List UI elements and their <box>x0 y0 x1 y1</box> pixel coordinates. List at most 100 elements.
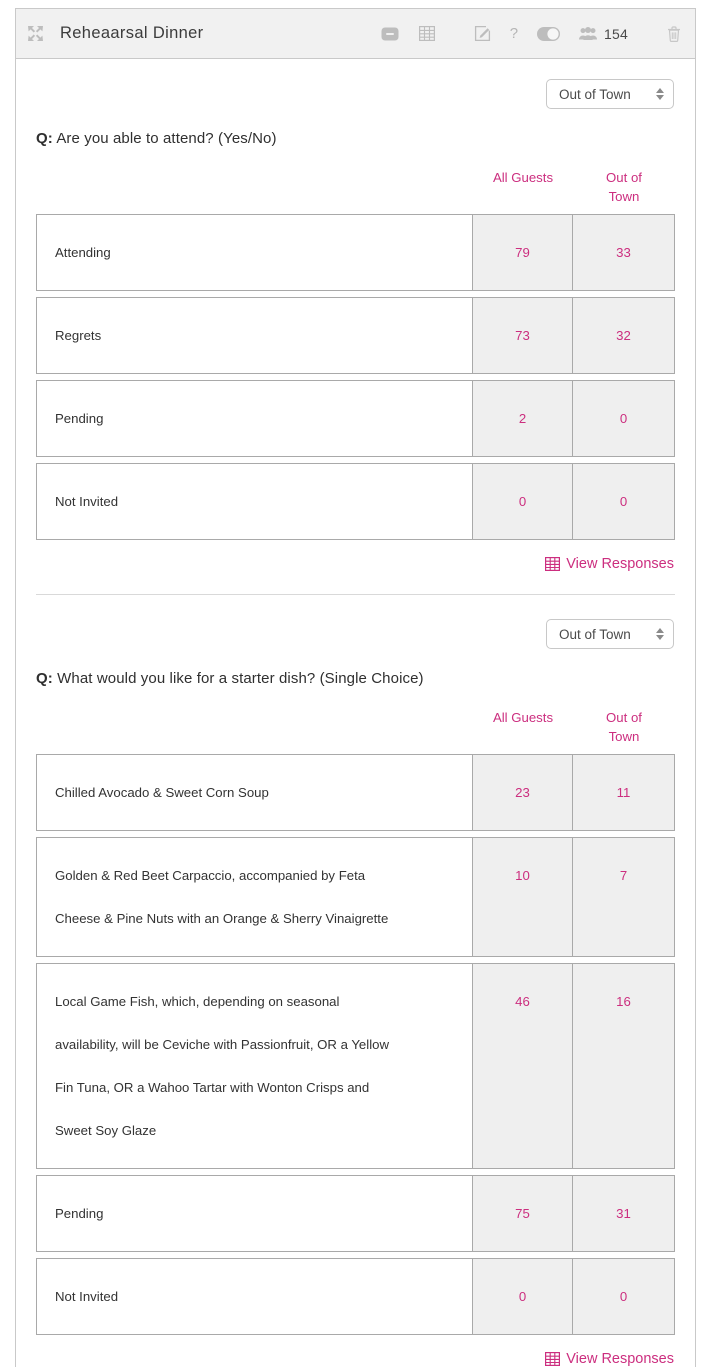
view-responses-label: View Responses <box>566 1351 674 1367</box>
row-label-line: Cheese & Pine Nuts with an Orange & Sher… <box>55 911 389 926</box>
row-label-line: Local Game Fish, which, depending on sea… <box>55 994 340 1009</box>
column-header-all-guests: All Guests <box>473 708 573 746</box>
column-header-out-of-town: Out of Town <box>573 168 675 206</box>
toggle-switch-icon[interactable] <box>537 26 561 41</box>
table-row: Attending 79 33 <box>36 214 675 291</box>
stepper-arrows-icon[interactable] <box>656 88 664 100</box>
row-value-out-of-town: 0 <box>572 1259 674 1334</box>
row-label: Chilled Avocado & Sweet Corn Soup <box>37 755 472 830</box>
row-value-out-of-town: 16 <box>572 964 674 1168</box>
group-people-icon[interactable] <box>579 26 598 41</box>
row-label: Regrets <box>37 298 472 373</box>
view-responses-link[interactable]: View Responses <box>545 556 674 572</box>
row-label-line: Regrets <box>55 328 102 343</box>
guest-filter-select-2[interactable]: Out of Town <box>546 619 674 649</box>
row-label-line: Pending <box>55 411 104 426</box>
header-toolbar: ? 154 <box>381 25 681 42</box>
view-responses-link[interactable]: View Responses <box>545 1351 674 1367</box>
column-header-out-of-town: Out of Town <box>573 708 675 746</box>
card-header: Reheaarsal Dinner ? 154 <box>16 9 695 59</box>
row-label-line: Sweet Soy Glaze <box>55 1123 157 1138</box>
edit-pencil-icon[interactable] <box>474 25 491 42</box>
row-label: Local Game Fish, which, depending on sea… <box>37 964 472 1168</box>
grid-table-icon[interactable] <box>418 26 435 41</box>
row-value-all-guests: 23 <box>472 755 572 830</box>
table-row: Pending 75 31 <box>36 1175 675 1252</box>
chevron-up-icon <box>656 88 664 93</box>
row-value-all-guests: 10 <box>472 838 572 956</box>
column-header-line: Out of <box>606 170 642 185</box>
minus-collapse-icon[interactable] <box>381 27 399 41</box>
row-value-all-guests: 75 <box>472 1176 572 1251</box>
row-label-line: Attending <box>55 245 111 260</box>
row-label-line: Pending <box>55 1206 104 1221</box>
row-value-all-guests: 2 <box>472 381 572 456</box>
filter-row-1: Out of Town <box>36 79 675 109</box>
question-text-1: Q: Are you able to attend? (Yes/No) <box>36 130 675 147</box>
help-icon[interactable]: ? <box>510 26 518 41</box>
chevron-down-icon <box>656 635 664 640</box>
row-value-all-guests: 46 <box>472 964 572 1168</box>
event-card: Reheaarsal Dinner ? 154 Out of Town Q: A… <box>15 8 696 1367</box>
row-value-out-of-town: 0 <box>572 381 674 456</box>
question-body: What would you like for a starter dish? … <box>52 670 424 687</box>
table-row: Not Invited 0 0 <box>36 463 675 540</box>
row-label-line: Chilled Avocado & Sweet Corn Soup <box>55 785 269 800</box>
view-responses-label: View Responses <box>566 556 674 572</box>
row-value-out-of-town: 31 <box>572 1176 674 1251</box>
column-header-line: Town <box>608 189 640 204</box>
row-value-all-guests: 0 <box>472 464 572 539</box>
row-label-line: availability, will be Ceviche with Passi… <box>55 1037 389 1052</box>
row-value-out-of-town: 33 <box>572 215 674 290</box>
grid-table-icon <box>545 1352 561 1366</box>
grid-table-icon <box>545 557 561 571</box>
chevron-down-icon <box>656 95 664 100</box>
card-title-block: Reheaarsal Dinner <box>27 24 381 43</box>
move-resize-icon[interactable] <box>27 25 49 42</box>
question-section-2: Out of Town Q: What would you like for a… <box>36 595 675 1367</box>
row-value-out-of-town: 7 <box>572 838 674 956</box>
results-table-1: Attending 79 33 Regrets 73 32 Pending 2 … <box>36 214 675 540</box>
guest-filter-value-2: Out of Town <box>559 626 631 642</box>
stepper-arrows-icon[interactable] <box>656 628 664 640</box>
row-value-out-of-town: 0 <box>572 464 674 539</box>
chevron-up-icon <box>656 628 664 633</box>
column-headers-1: All Guests Out of Town <box>36 168 675 206</box>
row-label-line: Fin Tuna, OR a Wahoo Tartar with Wonton … <box>55 1080 370 1095</box>
page-title: Reheaarsal Dinner <box>60 24 204 42</box>
column-header-line: Town <box>608 729 640 744</box>
row-label-line: Golden & Red Beet Carpaccio, accompanied… <box>55 868 366 883</box>
row-label-line: Not Invited <box>55 1289 119 1304</box>
table-row: Golden & Red Beet Carpaccio, accompanied… <box>36 837 675 957</box>
row-label: Pending <box>37 381 472 456</box>
row-label: Pending <box>37 1176 472 1251</box>
guest-filter-select-1[interactable]: Out of Town <box>546 79 674 109</box>
row-value-out-of-town: 11 <box>572 755 674 830</box>
column-header-line: All Guests <box>492 710 554 725</box>
table-row: Local Game Fish, which, depending on sea… <box>36 963 675 1169</box>
column-header-line: All Guests <box>492 170 554 185</box>
question-text-2: Q: What would you like for a starter dis… <box>36 670 675 687</box>
row-value-all-guests: 79 <box>472 215 572 290</box>
table-row: Pending 2 0 <box>36 380 675 457</box>
row-label: Not Invited <box>37 464 472 539</box>
row-label: Golden & Red Beet Carpaccio, accompanied… <box>37 838 472 956</box>
question-prefix: Q: <box>36 670 53 687</box>
table-row: Chilled Avocado & Sweet Corn Soup 23 11 <box>36 754 675 831</box>
column-headers-2: All Guests Out of Town <box>36 708 675 746</box>
guest-count: 154 <box>604 25 628 42</box>
row-label: Attending <box>37 215 472 290</box>
trash-icon[interactable] <box>667 25 681 42</box>
row-label: Not Invited <box>37 1259 472 1334</box>
table-row: Not Invited 0 0 <box>36 1258 675 1335</box>
filter-row-2: Out of Town <box>36 619 675 649</box>
question-body: Are you able to attend? (Yes/No) <box>52 130 277 147</box>
column-header-all-guests: All Guests <box>473 168 573 206</box>
row-value-all-guests: 73 <box>472 298 572 373</box>
view-responses-row-1: View Responses <box>36 556 675 572</box>
column-header-line: Out of <box>606 710 642 725</box>
table-row: Regrets 73 32 <box>36 297 675 374</box>
results-table-2: Chilled Avocado & Sweet Corn Soup 23 11 … <box>36 754 675 1335</box>
card-body: Out of Town Q: Are you able to attend? (… <box>16 59 695 1367</box>
question-section-1: Out of Town Q: Are you able to attend? (… <box>36 59 675 595</box>
